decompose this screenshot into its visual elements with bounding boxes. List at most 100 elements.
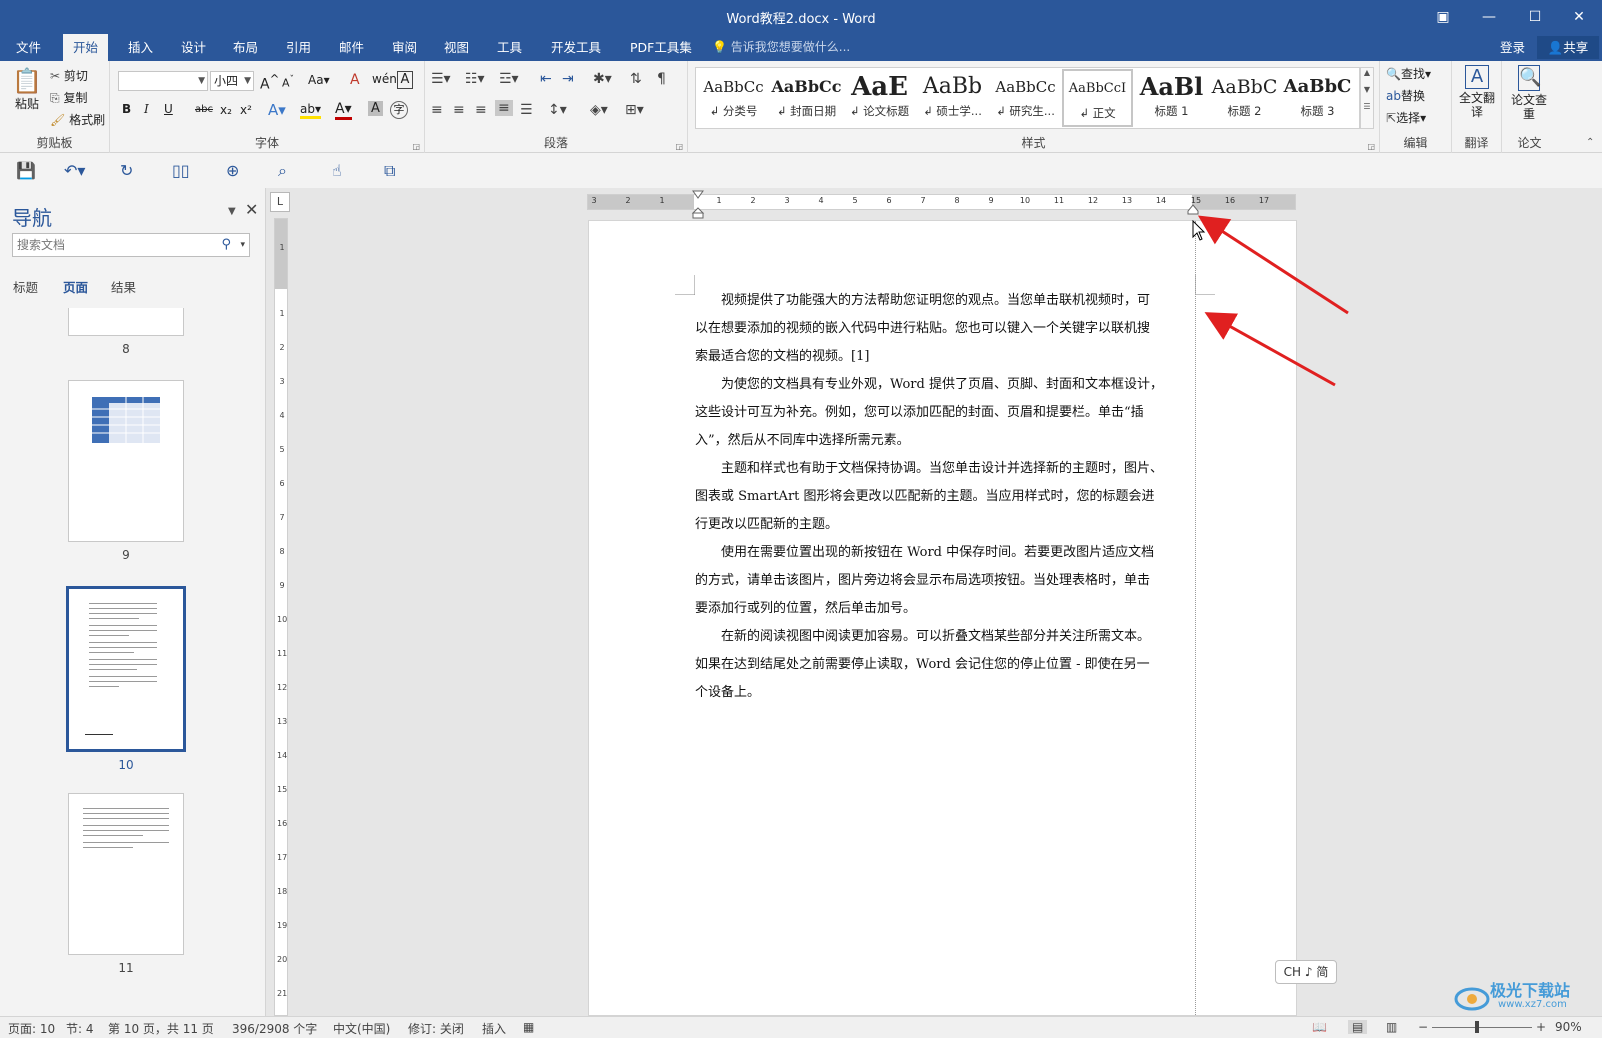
touch-mode-icon[interactable]: ☝ xyxy=(332,161,342,180)
full-translate-button[interactable]: A 全文翻译 xyxy=(1458,65,1496,119)
tab-layout[interactable]: 布局 xyxy=(223,34,268,61)
tab-pdf-tools[interactable]: PDF工具集 xyxy=(620,34,702,61)
find-button[interactable]: 🔍查找▾ xyxy=(1386,65,1431,82)
style-item-selected[interactable]: AaBbCcI ↲ 正文 xyxy=(1062,69,1133,127)
strikethrough-button[interactable]: abc xyxy=(195,104,213,115)
style-item[interactable]: AaE ↲ 论文标题 xyxy=(844,69,915,127)
copy-button[interactable]: ⎘ 复制 xyxy=(50,89,87,106)
ribbon-display-icon[interactable]: ▣ xyxy=(1420,0,1466,34)
distributed-icon[interactable]: ☰ xyxy=(520,102,533,118)
minimize-button[interactable]: — xyxy=(1466,0,1512,34)
char-border-button[interactable]: A xyxy=(397,71,413,89)
read-mode-icon[interactable]: 📖 xyxy=(1312,1020,1327,1034)
align-left-icon[interactable]: ≡ xyxy=(431,102,443,118)
tab-mailings[interactable]: 邮件 xyxy=(329,34,374,61)
char-shading-button[interactable]: A xyxy=(368,101,383,116)
tab-review[interactable]: 审阅 xyxy=(382,34,427,61)
chevron-down-icon[interactable]: ▼ xyxy=(228,206,236,217)
replace-button[interactable]: ab替换 xyxy=(1386,87,1425,104)
search-icon[interactable]: ⚲ xyxy=(221,234,231,256)
maximize-button[interactable]: ☐ xyxy=(1512,0,1558,34)
web-layout-icon[interactable]: ⊕ xyxy=(226,161,239,180)
status-track-changes[interactable]: 修订: 关闭 xyxy=(408,1020,464,1037)
clear-formatting-button[interactable]: A xyxy=(350,72,360,88)
nav-tab-results[interactable]: 结果 xyxy=(111,277,136,296)
paper-check-button[interactable]: 🔍 论文查重 xyxy=(1510,65,1548,121)
phonetic-guide-button[interactable]: wén xyxy=(372,72,397,86)
tell-me-box[interactable]: 💡 告诉我您想要做什么... xyxy=(712,34,850,61)
status-language[interactable]: 中文(中国) xyxy=(333,1020,390,1037)
enclose-char-button[interactable]: 字 xyxy=(390,101,408,119)
style-item[interactable]: AaBb ↲ 硕士学... xyxy=(917,69,988,127)
tab-selector[interactable]: L xyxy=(270,192,290,212)
indent-markers[interactable] xyxy=(690,190,710,220)
two-pages-icon[interactable]: ▯▯ xyxy=(172,161,190,180)
underline-button[interactable]: U xyxy=(164,102,173,116)
zoom-slider[interactable] xyxy=(1432,1027,1532,1028)
style-item[interactable]: AaBbC 标题 2 xyxy=(1209,69,1280,127)
close-button[interactable]: ✕ xyxy=(1556,0,1602,34)
undo-icon[interactable]: ↶▾ xyxy=(64,161,85,180)
justify-icon[interactable]: ≡ xyxy=(495,100,513,116)
chevron-down-icon[interactable]: ▾ xyxy=(240,234,245,256)
decrease-indent-icon[interactable]: ⇤ xyxy=(540,71,552,87)
font-color-button[interactable]: A▾ xyxy=(335,101,352,120)
style-item[interactable]: AaBbCc ↲ 分类号 xyxy=(698,69,769,127)
status-page-of[interactable]: 第 10 页，共 11 页 xyxy=(108,1020,214,1037)
share-button[interactable]: 👤共享 xyxy=(1537,36,1599,59)
status-insert-mode[interactable]: 插入 xyxy=(482,1020,506,1037)
align-center-icon[interactable]: ≡ xyxy=(453,102,465,118)
tab-design[interactable]: 设计 xyxy=(171,34,216,61)
dialog-launcher-icon[interactable]: ◲ xyxy=(675,142,683,151)
cut-button[interactable]: ✂ 剪切 xyxy=(50,67,88,84)
font-size-combo[interactable]: 小四 ▼ xyxy=(210,71,254,91)
tab-view[interactable]: 视图 xyxy=(434,34,479,61)
page-thumbnail-selected[interactable] xyxy=(66,586,186,752)
page-thumbnail[interactable] xyxy=(68,308,184,336)
text-effects-button[interactable]: A▾ xyxy=(268,101,286,119)
page-thumbnail[interactable] xyxy=(68,380,184,542)
zoom-in-icon[interactable]: + xyxy=(1536,1020,1546,1034)
grow-font-button[interactable]: A^ xyxy=(260,72,279,93)
customize-icon[interactable]: ⧉ xyxy=(384,161,395,181)
change-case-button[interactable]: Aa▾ xyxy=(308,73,330,87)
tab-developer[interactable]: 开发工具 xyxy=(541,34,611,61)
ime-indicator[interactable]: CH ♪ 简 xyxy=(1275,960,1337,984)
style-item[interactable]: AaBbC 标题 3 xyxy=(1282,69,1353,127)
nav-tab-headings[interactable]: 标题 xyxy=(13,277,38,296)
shrink-font-button[interactable]: Aˇ xyxy=(282,74,294,90)
macro-icon[interactable]: ▦ xyxy=(523,1020,534,1034)
print-preview-icon[interactable]: ⌕ xyxy=(278,161,287,181)
close-icon[interactable]: ✕ xyxy=(245,200,258,219)
web-layout-icon[interactable]: ▥ xyxy=(1386,1020,1397,1034)
login-link[interactable]: 登录 xyxy=(1500,34,1525,61)
subscript-button[interactable]: x₂ xyxy=(220,103,232,117)
tab-tools[interactable]: 工具 xyxy=(487,34,532,61)
tab-insert[interactable]: 插入 xyxy=(118,34,163,61)
status-page[interactable]: 页面: 10 xyxy=(8,1020,55,1037)
tab-file[interactable]: 文件 xyxy=(6,34,51,61)
status-word-count[interactable]: 396/2908 个字 xyxy=(232,1020,317,1037)
align-right-icon[interactable]: ≡ xyxy=(475,102,487,118)
chinese-layout-icon[interactable]: ✱▾ xyxy=(593,71,612,87)
status-section[interactable]: 节: 4 xyxy=(66,1020,94,1037)
line-spacing-icon[interactable]: ↕▾ xyxy=(548,102,567,118)
sort-icon[interactable]: ⇅ xyxy=(630,71,642,87)
dialog-launcher-icon[interactable]: ◲ xyxy=(412,142,420,151)
tab-references[interactable]: 引用 xyxy=(276,34,321,61)
style-item[interactable]: AaBl 标题 1 xyxy=(1136,69,1207,127)
dialog-launcher-icon[interactable]: ◲ xyxy=(1367,142,1375,151)
bullets-icon[interactable]: ☰▾ xyxy=(431,71,451,87)
highlight-button[interactable]: ab▾ xyxy=(300,102,322,119)
style-item[interactable]: AaBbCc ↲ 封面日期 xyxy=(771,69,842,127)
show-marks-icon[interactable]: ¶ xyxy=(657,71,666,87)
gallery-scroll[interactable]: ▲ ▼ ☰ xyxy=(1360,67,1374,129)
print-layout-icon[interactable]: ▤ xyxy=(1348,1020,1368,1034)
paste-button[interactable]: 📋 粘贴 xyxy=(10,67,44,112)
style-item[interactable]: AaBbCc ↲ 研究生... xyxy=(990,69,1061,127)
page-thumbnail[interactable] xyxy=(68,793,184,955)
tab-home[interactable]: 开始 xyxy=(63,34,109,61)
format-painter-button[interactable]: 🖌 格式刷 xyxy=(50,111,105,128)
font-name-combo[interactable]: ▼ xyxy=(118,71,208,91)
vertical-ruler-strip[interactable]: 1 1 2 3 4 5 6 7 8 9 10 11 12 13 14 15 16… xyxy=(274,218,288,1016)
